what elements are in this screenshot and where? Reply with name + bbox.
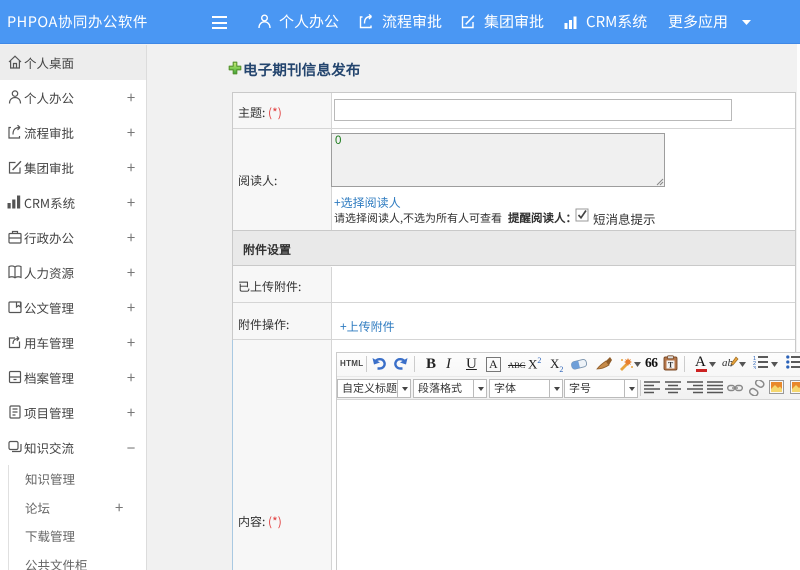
svg-text:T: T (668, 360, 674, 369)
svg-text:3: 3 (753, 366, 756, 369)
